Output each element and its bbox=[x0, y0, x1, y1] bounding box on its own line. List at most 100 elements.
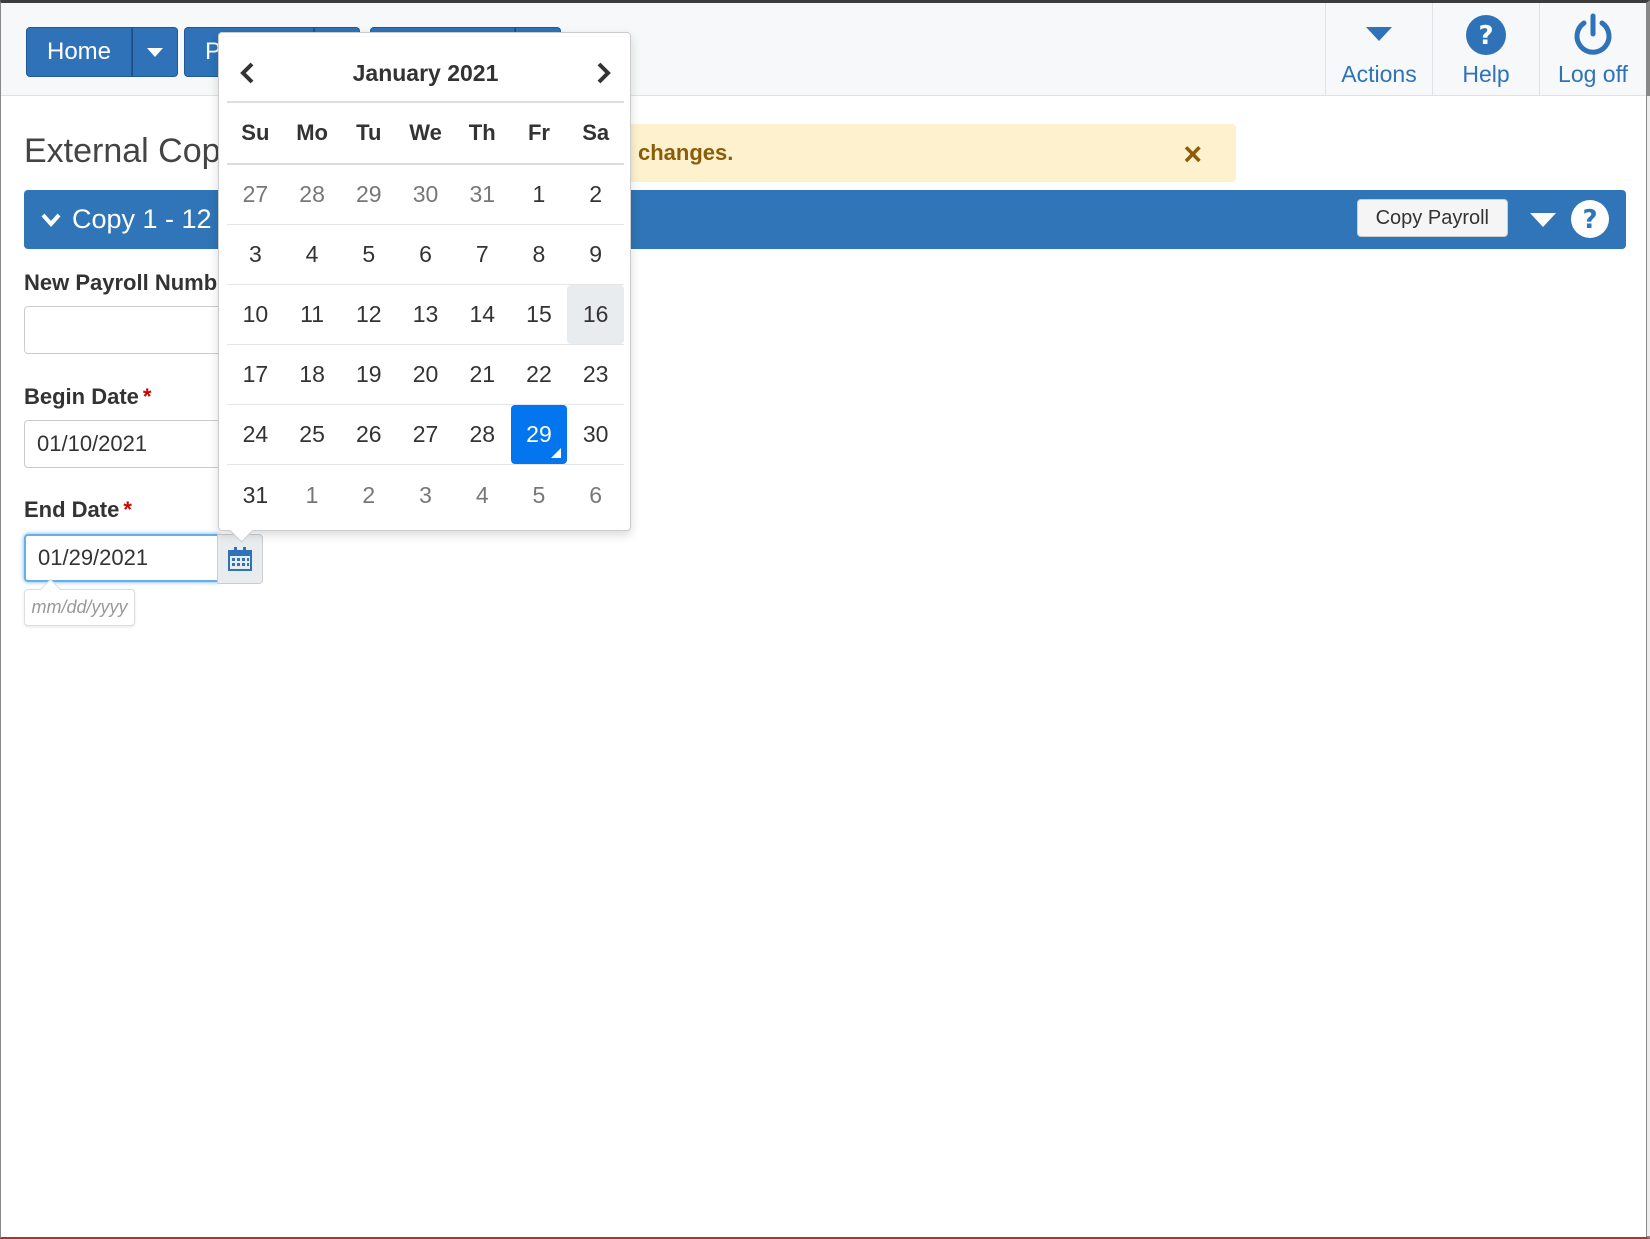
calendar-day[interactable]: 5 bbox=[340, 225, 397, 284]
warning-alert: changes. × bbox=[600, 124, 1236, 182]
day-of-week-0: Su bbox=[241, 120, 270, 145]
calendar-day[interactable]: 30 bbox=[567, 405, 624, 464]
calendar-day[interactable]: 28 bbox=[284, 165, 341, 224]
datepicker-header: January 2021 bbox=[227, 45, 624, 101]
calendar-day[interactable]: 25 bbox=[284, 405, 341, 464]
payroll-number-input[interactable] bbox=[24, 306, 219, 354]
day-of-week-header: Su Mo Tu We Th Fr Sa bbox=[227, 103, 624, 165]
logoff-link[interactable]: Log off bbox=[1539, 3, 1646, 95]
alert-text: changes. bbox=[638, 140, 734, 165]
calendar-weeks: 27 28 29 30 31 1 2 3 4 5 6 7 8 9 10 11 12 13 14 15 16 17 18 19 2… bbox=[227, 165, 625, 525]
calendar-day[interactable]: 1 bbox=[284, 465, 341, 525]
end-date-label: End Date * bbox=[24, 497, 132, 522]
calendar-day[interactable]: 17 bbox=[227, 345, 284, 404]
calendar-day[interactable]: 11 bbox=[284, 285, 341, 344]
day-of-week-1: Mo bbox=[296, 120, 328, 145]
calendar-day[interactable]: 26 bbox=[340, 405, 397, 464]
day-of-week-3: We bbox=[409, 120, 442, 145]
home-dropdown-toggle[interactable] bbox=[132, 27, 179, 77]
chevron-right-icon bbox=[597, 62, 611, 84]
calendar-grid: Su Mo Tu We Th Fr Sa 27 28 29 30 31 1 2 3 4 5 6 7 8 9 10 11 12… bbox=[227, 101, 625, 525]
calendar-day[interactable]: 19 bbox=[340, 345, 397, 404]
logoff-label: Log off bbox=[1558, 61, 1628, 87]
help-link[interactable]: ? Help bbox=[1432, 3, 1539, 95]
close-icon[interactable]: × bbox=[1183, 136, 1202, 173]
caret-down-icon bbox=[147, 47, 164, 57]
svg-text:?: ? bbox=[1582, 205, 1597, 235]
calendar-day[interactable]: 1 bbox=[511, 165, 568, 224]
home-button-group: Home bbox=[26, 27, 179, 77]
calendar-week: 3456789 bbox=[227, 225, 624, 285]
chevron-down-icon bbox=[41, 213, 61, 227]
calendar-day[interactable]: 3 bbox=[397, 465, 454, 525]
calendar-day[interactable]: 27 bbox=[397, 405, 454, 464]
panel-help-button[interactable]: ? bbox=[1570, 199, 1610, 246]
calendar-day[interactable]: 10 bbox=[227, 285, 284, 344]
right-nav: Actions ? Help Log off bbox=[1325, 3, 1646, 95]
day-of-week-2: Tu bbox=[356, 120, 382, 145]
calendar-day[interactable]: 12 bbox=[340, 285, 397, 344]
calendar-day[interactable]: 28 bbox=[454, 405, 511, 464]
begin-date-input[interactable]: 01/10/2021 bbox=[24, 420, 219, 468]
next-month-button[interactable] bbox=[584, 53, 624, 93]
calendar-week: 24 25 26 27 28 29 30 bbox=[227, 405, 624, 465]
prev-month-button[interactable] bbox=[227, 53, 267, 93]
date-format-hint: mm/dd/yyyy bbox=[24, 589, 135, 626]
end-date-input[interactable]: 01/29/2021 bbox=[24, 534, 219, 582]
calendar-day[interactable]: 20 bbox=[397, 345, 454, 404]
calendar-day[interactable]: 24 bbox=[227, 405, 284, 464]
datepicker-popup: January 2021 Su Mo Tu We Th Fr Sa 27 28 29 30 31 1 2… bbox=[218, 32, 631, 531]
calendar-day[interactable]: 16 bbox=[567, 285, 625, 344]
calendar-day[interactable]: 29 bbox=[510, 405, 568, 464]
month-label[interactable]: January 2021 bbox=[353, 60, 499, 87]
home-button[interactable]: Home bbox=[26, 27, 133, 77]
begin-date-label: Begin Date * bbox=[24, 384, 152, 409]
calendar-day[interactable]: 30 bbox=[397, 165, 454, 224]
calendar-day[interactable]: 14 bbox=[454, 285, 511, 344]
caret-down-icon bbox=[1366, 27, 1392, 41]
calendar-day[interactable]: 15 bbox=[511, 285, 568, 344]
calendar-day[interactable]: 22 bbox=[511, 345, 568, 404]
calendar-day[interactable]: 31 bbox=[227, 465, 284, 525]
panel-title: Copy 1 - 12 bbox=[72, 204, 212, 234]
day-of-week-6: Sa bbox=[582, 120, 610, 145]
page-title: External Cop bbox=[24, 132, 221, 170]
calendar-week: 27 28 29 30 31 1 2 bbox=[227, 165, 624, 225]
svg-text:?: ? bbox=[1478, 21, 1493, 51]
calendar-day[interactable]: 8 bbox=[511, 225, 568, 284]
caret-down-icon[interactable] bbox=[1530, 213, 1556, 227]
calendar-day[interactable]: 6 bbox=[397, 225, 454, 284]
calendar-week: 17 18 19 20 21 22 23 bbox=[227, 345, 624, 405]
copy-payroll-button[interactable]: Copy Payroll bbox=[1356, 199, 1508, 237]
required-mark: * bbox=[142, 384, 152, 409]
day-of-week-5: Fr bbox=[527, 120, 550, 145]
calendar-day[interactable]: 6 bbox=[567, 465, 624, 525]
calendar-day[interactable]: 2 bbox=[567, 165, 624, 224]
calendar-day[interactable]: 4 bbox=[284, 225, 341, 284]
home-button-label: Home bbox=[47, 38, 112, 65]
calendar-day[interactable]: 23 bbox=[567, 345, 624, 404]
calendar-day[interactable]: 21 bbox=[454, 345, 511, 404]
calendar-day[interactable]: 29 bbox=[340, 165, 397, 224]
actions-label: Actions bbox=[1341, 61, 1417, 87]
calendar-icon bbox=[228, 547, 252, 571]
calendar-day[interactable]: 31 bbox=[454, 165, 511, 224]
calendar-day[interactable]: 4 bbox=[454, 465, 511, 525]
calendar-day[interactable]: 2 bbox=[340, 465, 397, 525]
actions-menu[interactable]: Actions bbox=[1325, 3, 1432, 95]
required-mark: * bbox=[123, 497, 132, 522]
calendar-day[interactable]: 3 bbox=[227, 225, 284, 284]
day-of-week-4: Th bbox=[468, 120, 496, 145]
calendar-day[interactable]: 5 bbox=[511, 465, 568, 525]
calendar-day[interactable]: 7 bbox=[454, 225, 511, 284]
payroll-number-label: New Payroll Numb bbox=[24, 270, 218, 295]
calendar-day[interactable]: 13 bbox=[397, 285, 454, 344]
calendar-day[interactable]: 18 bbox=[284, 345, 341, 404]
question-circle-icon: ? bbox=[1466, 15, 1506, 55]
calendar-day[interactable]: 27 bbox=[227, 165, 284, 224]
help-label: Help bbox=[1462, 61, 1510, 87]
calendar-week: 10 11 12 13 14 15 16 bbox=[227, 285, 625, 345]
calendar-week: 31 1 2 3 4 5 6 bbox=[227, 465, 624, 525]
calendar-day[interactable]: 9 bbox=[567, 225, 624, 284]
power-icon bbox=[1574, 13, 1612, 55]
